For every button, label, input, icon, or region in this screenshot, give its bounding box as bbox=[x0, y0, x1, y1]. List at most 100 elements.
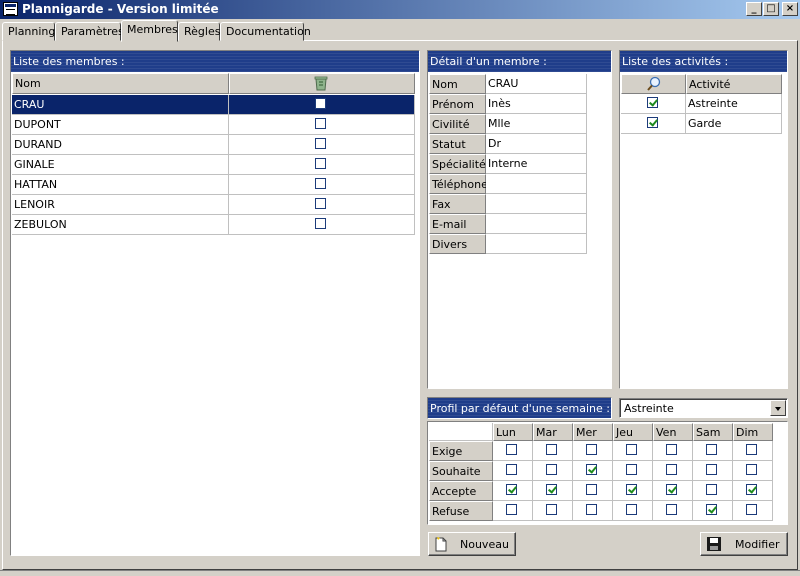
detail-field-value[interactable] bbox=[486, 174, 587, 194]
close-button[interactable]: × bbox=[782, 2, 798, 16]
table-row[interactable]: GINALE bbox=[11, 155, 415, 175]
member-delete-checkbox[interactable] bbox=[315, 138, 326, 149]
profile-checkbox[interactable] bbox=[546, 444, 557, 455]
table-row[interactable]: DURAND bbox=[11, 135, 415, 155]
profile-checkbox[interactable] bbox=[666, 464, 677, 475]
profile-cell[interactable] bbox=[733, 441, 773, 461]
tab-regles[interactable]: Règles bbox=[178, 22, 220, 41]
profile-cell[interactable] bbox=[693, 441, 733, 461]
profile-cell[interactable] bbox=[493, 501, 533, 521]
profile-checkbox[interactable] bbox=[546, 484, 557, 495]
profile-checkbox[interactable] bbox=[506, 484, 517, 495]
profile-checkbox[interactable] bbox=[666, 504, 677, 515]
profile-checkbox[interactable] bbox=[706, 504, 717, 515]
profile-cell[interactable] bbox=[573, 481, 613, 501]
profile-cell[interactable] bbox=[533, 481, 573, 501]
profile-cell[interactable] bbox=[613, 501, 653, 521]
activities-col-activity[interactable]: Activité bbox=[686, 74, 782, 94]
profile-checkbox[interactable] bbox=[706, 484, 717, 495]
detail-field-value[interactable]: Mlle bbox=[486, 114, 587, 134]
profile-cell[interactable] bbox=[653, 481, 693, 501]
profile-checkbox[interactable] bbox=[666, 444, 677, 455]
profile-checkbox[interactable] bbox=[706, 444, 717, 455]
profile-cell[interactable] bbox=[733, 501, 773, 521]
profile-checkbox[interactable] bbox=[746, 444, 757, 455]
detail-field-value[interactable]: Dr bbox=[486, 134, 587, 154]
tab-membres[interactable]: Membres bbox=[121, 20, 178, 42]
member-name[interactable]: LENOIR bbox=[12, 195, 229, 215]
member-delete-cell[interactable] bbox=[229, 215, 415, 235]
member-delete-cell[interactable] bbox=[229, 195, 415, 215]
tab-documentation[interactable]: Documentation bbox=[220, 22, 311, 41]
profile-checkbox[interactable] bbox=[626, 464, 637, 475]
profile-cell[interactable] bbox=[533, 441, 573, 461]
activities-col-icon[interactable] bbox=[621, 74, 686, 94]
member-name[interactable]: DUPONT bbox=[12, 115, 229, 135]
table-row[interactable]: ZEBULON bbox=[11, 215, 415, 235]
maximize-button[interactable]: □ bbox=[763, 2, 779, 16]
members-col-name[interactable]: Nom bbox=[12, 73, 229, 94]
member-delete-checkbox[interactable] bbox=[315, 198, 326, 209]
profile-checkbox[interactable] bbox=[666, 484, 677, 495]
member-name[interactable]: HATTAN bbox=[12, 175, 229, 195]
detail-field-value[interactable]: CRAU bbox=[486, 74, 587, 94]
profile-cell[interactable] bbox=[653, 501, 693, 521]
profile-cell[interactable] bbox=[653, 461, 693, 481]
profile-cell[interactable] bbox=[613, 461, 653, 481]
member-delete-checkbox[interactable] bbox=[315, 158, 326, 169]
member-delete-cell[interactable] bbox=[229, 155, 415, 175]
profile-cell[interactable] bbox=[533, 461, 573, 481]
profile-cell[interactable] bbox=[733, 461, 773, 481]
detail-field-value[interactable]: Inès bbox=[486, 94, 587, 114]
profile-checkbox[interactable] bbox=[586, 484, 597, 495]
minimize-button[interactable]: _ bbox=[746, 2, 762, 16]
profile-checkbox[interactable] bbox=[586, 444, 597, 455]
new-member-button[interactable]: Nouveau bbox=[428, 532, 516, 556]
member-name[interactable]: CRAU bbox=[12, 95, 229, 115]
profile-checkbox[interactable] bbox=[706, 464, 717, 475]
profile-activity-select[interactable]: Astreinte bbox=[619, 398, 788, 418]
profile-cell[interactable] bbox=[653, 441, 693, 461]
profile-checkbox[interactable] bbox=[626, 484, 637, 495]
profile-checkbox[interactable] bbox=[506, 464, 517, 475]
profile-checkbox[interactable] bbox=[626, 504, 637, 515]
profile-checkbox[interactable] bbox=[546, 504, 557, 515]
profile-cell[interactable] bbox=[533, 501, 573, 521]
profile-cell[interactable] bbox=[613, 481, 653, 501]
modify-button[interactable]: Modifier bbox=[700, 532, 788, 556]
detail-field-value[interactable]: Interne bbox=[486, 154, 587, 174]
profile-checkbox[interactable] bbox=[626, 444, 637, 455]
member-delete-cell[interactable] bbox=[229, 115, 415, 135]
member-delete-checkbox[interactable] bbox=[315, 178, 326, 189]
table-row[interactable]: HATTAN bbox=[11, 175, 415, 195]
member-delete-cell[interactable] bbox=[229, 175, 415, 195]
detail-field-value[interactable] bbox=[486, 234, 587, 254]
tab-planning[interactable]: Planning bbox=[2, 22, 55, 41]
profile-cell[interactable] bbox=[573, 501, 613, 521]
members-col-delete[interactable] bbox=[229, 73, 415, 94]
detail-field-value[interactable] bbox=[486, 194, 587, 214]
member-delete-checkbox[interactable] bbox=[315, 98, 326, 109]
profile-cell[interactable] bbox=[493, 441, 533, 461]
member-delete-checkbox[interactable] bbox=[315, 118, 326, 129]
member-name[interactable]: ZEBULON bbox=[12, 215, 229, 235]
profile-cell[interactable] bbox=[693, 461, 733, 481]
profile-cell[interactable] bbox=[693, 501, 733, 521]
profile-checkbox[interactable] bbox=[586, 464, 597, 475]
activity-checkbox[interactable] bbox=[647, 97, 658, 108]
profile-cell[interactable] bbox=[573, 441, 613, 461]
member-name[interactable]: GINALE bbox=[12, 155, 229, 175]
profile-checkbox[interactable] bbox=[586, 504, 597, 515]
activity-check-cell[interactable] bbox=[621, 114, 686, 134]
profile-checkbox[interactable] bbox=[746, 484, 757, 495]
profile-cell[interactable] bbox=[573, 461, 613, 481]
table-row[interactable]: DUPONT bbox=[11, 115, 415, 135]
profile-checkbox[interactable] bbox=[546, 464, 557, 475]
table-row[interactable]: LENOIR bbox=[11, 195, 415, 215]
profile-cell[interactable] bbox=[613, 441, 653, 461]
profile-cell[interactable] bbox=[493, 481, 533, 501]
detail-field-value[interactable] bbox=[486, 214, 587, 234]
profile-checkbox[interactable] bbox=[506, 504, 517, 515]
profile-checkbox[interactable] bbox=[746, 464, 757, 475]
profile-cell[interactable] bbox=[493, 461, 533, 481]
